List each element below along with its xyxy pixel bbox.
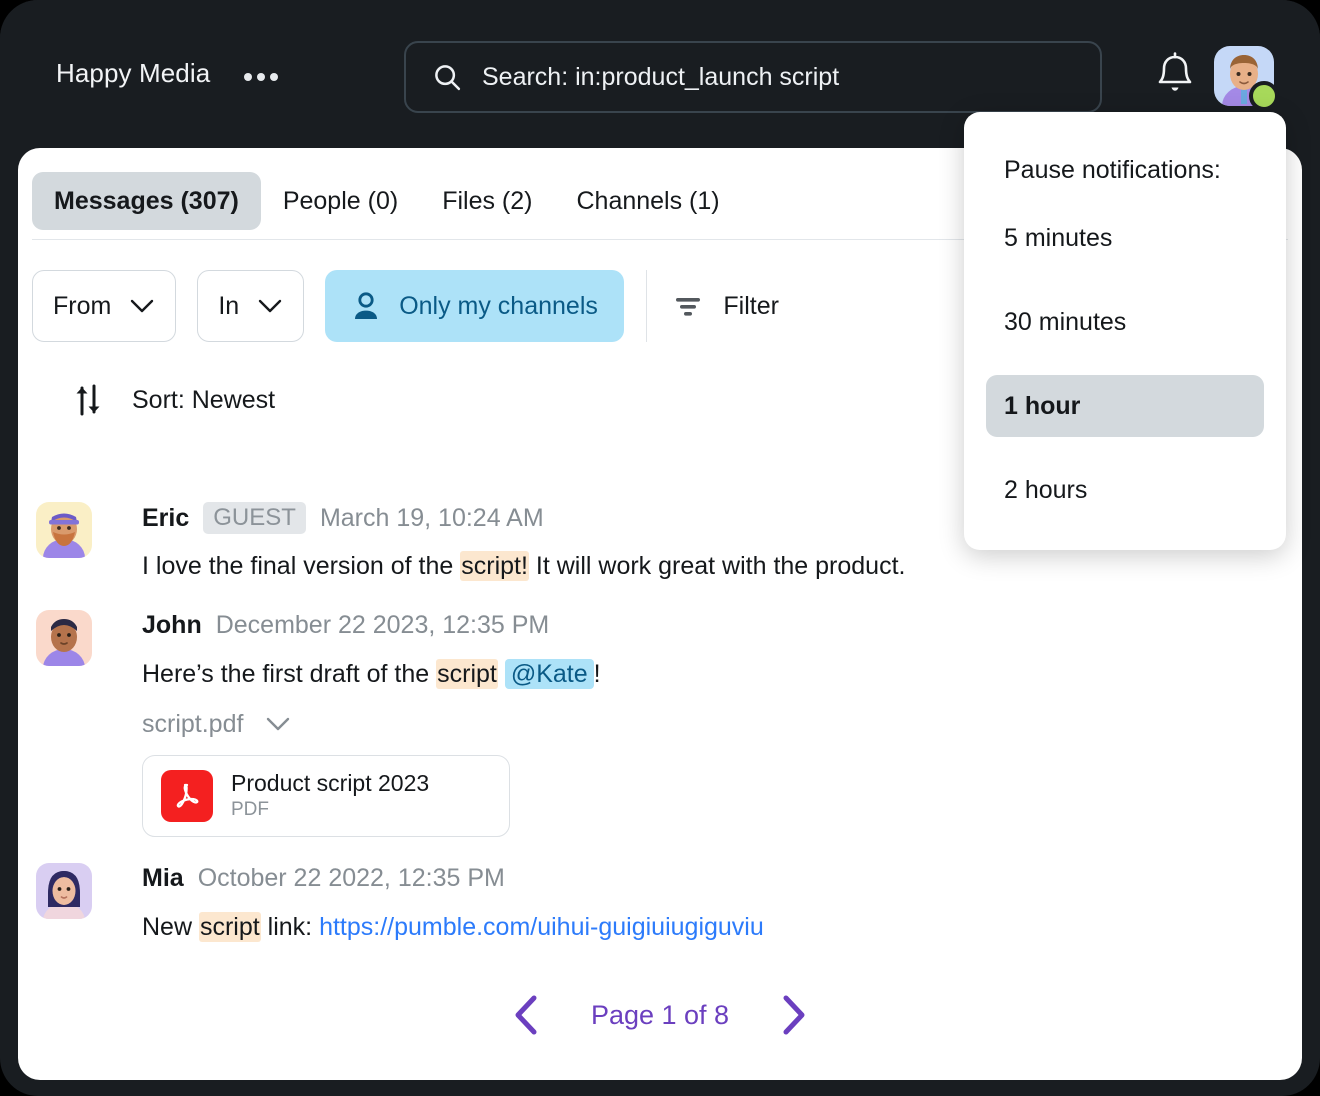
tab-channels[interactable]: Channels (1) <box>554 172 741 230</box>
pagination: Page 1 of 8 <box>18 992 1302 1038</box>
message-timestamp: March 19, 10:24 AM <box>319 503 544 532</box>
message-author: Eric <box>142 503 190 532</box>
app-window: Happy Media Search: in:product_launch sc… <box>0 0 1320 1096</box>
message-timestamp: December 22 2023, 12:35 PM <box>215 611 550 640</box>
message-timestamp: October 22 2022, 12:35 PM <box>197 864 505 892</box>
pause-option-5-minutes[interactable]: 5 minutes <box>986 207 1264 269</box>
search-highlight: script <box>436 658 498 689</box>
bell-icon[interactable] <box>1152 50 1198 104</box>
pause-option-1-hour[interactable]: 1 hour <box>986 375 1264 437</box>
pdf-icon <box>161 769 213 822</box>
workspace-name: Happy Media <box>56 58 211 88</box>
from-filter-label: From <box>53 291 112 320</box>
message-author: John <box>142 611 202 640</box>
pause-notifications-dropdown: Pause notifications: 5 minutes 30 minute… <box>964 112 1286 550</box>
attachment-card[interactable]: Product script 2023 PDF <box>142 754 510 837</box>
guest-badge: GUEST <box>203 502 306 534</box>
message-text-after: ! <box>593 659 601 688</box>
pause-option-30-minutes[interactable]: 30 minutes <box>986 291 1264 353</box>
message-text: Here’s the first draft of the script @Ka… <box>142 658 1302 692</box>
filter-bar: From In Only my channels Filter <box>32 266 779 346</box>
message-text-before: I love the final version of the <box>142 552 461 580</box>
filter-icon <box>676 298 701 316</box>
search-input[interactable]: Search: in:product_launch script <box>404 41 1102 113</box>
message-list: Eric GUEST March 19, 10:24 AM I love the… <box>18 500 1302 968</box>
only-my-channels-toggle[interactable]: Only my channels <box>325 270 624 342</box>
message-text: New script link: https://pumble.com/uihu… <box>142 911 1302 945</box>
message-item: Mia October 22 2022, 12:35 PM New script… <box>18 861 1302 945</box>
message-text-before: Here’s the first draft of the <box>142 659 437 688</box>
message-text-before: New <box>142 912 199 941</box>
only-my-channels-label: Only my channels <box>399 291 598 320</box>
search-highlight: script <box>198 911 261 942</box>
sort-arrows-icon <box>76 384 100 416</box>
pause-option-2-hours[interactable]: 2 hours <box>986 459 1264 521</box>
tab-files[interactable]: Files (2) <box>420 172 554 230</box>
mention-kate[interactable]: @Kate <box>504 658 594 689</box>
chevron-right-icon[interactable] <box>773 992 813 1038</box>
attachment-meta: Product script 2023 PDF <box>231 770 429 821</box>
chevron-down-icon <box>258 299 282 313</box>
dropdown-title: Pause notifications: <box>1004 156 1221 184</box>
message-link[interactable]: https://pumble.com/uihui-guigiuiugiguviu <box>319 913 764 941</box>
chevron-down-icon <box>131 299 154 313</box>
avatar <box>36 862 92 919</box>
chevron-left-icon[interactable] <box>507 992 547 1038</box>
search-query-text: Search: in:product_launch script <box>482 62 840 91</box>
tab-people[interactable]: People (0) <box>261 172 420 230</box>
search-highlight: script! <box>460 551 529 581</box>
chevron-down-icon <box>267 717 290 731</box>
page-indicator: Page 1 of 8 <box>590 999 730 1030</box>
search-icon <box>435 65 461 91</box>
avatar <box>36 609 92 666</box>
person-icon <box>355 292 378 319</box>
tab-messages[interactable]: Messages (307) <box>32 172 261 230</box>
attachment-title: Product script 2023 <box>231 769 430 796</box>
filter-divider <box>645 270 648 342</box>
message-text-after: link: <box>260 912 320 941</box>
from-filter-dropdown[interactable]: From <box>32 270 177 342</box>
message-author: Mia <box>142 864 184 892</box>
avatar <box>36 502 92 558</box>
message-item: John December 22 2023, 12:35 PM Here’s t… <box>18 608 1302 837</box>
message-text: I love the final version of the script! … <box>142 550 1302 584</box>
in-filter-dropdown[interactable]: In <box>197 270 305 342</box>
sort-button[interactable]: Sort: Newest <box>72 380 275 420</box>
attachment-filename: script.pdf <box>142 709 244 738</box>
ellipsis-icon[interactable] <box>244 66 284 88</box>
filter-label: Filter <box>723 291 779 320</box>
sort-label: Sort: Newest <box>132 385 276 414</box>
result-tabs: Messages (307) People (0) Files (2) Chan… <box>32 170 742 232</box>
filter-button[interactable]: Filter <box>671 292 779 321</box>
status-badge <box>1249 81 1279 111</box>
attachment-filename-toggle[interactable]: script.pdf <box>142 710 1302 739</box>
avatar[interactable] <box>1214 46 1279 111</box>
message-text-after: It will work great with the product. <box>528 552 906 580</box>
attachment-filetype: PDF <box>231 799 269 821</box>
in-filter-label: In <box>218 291 240 320</box>
